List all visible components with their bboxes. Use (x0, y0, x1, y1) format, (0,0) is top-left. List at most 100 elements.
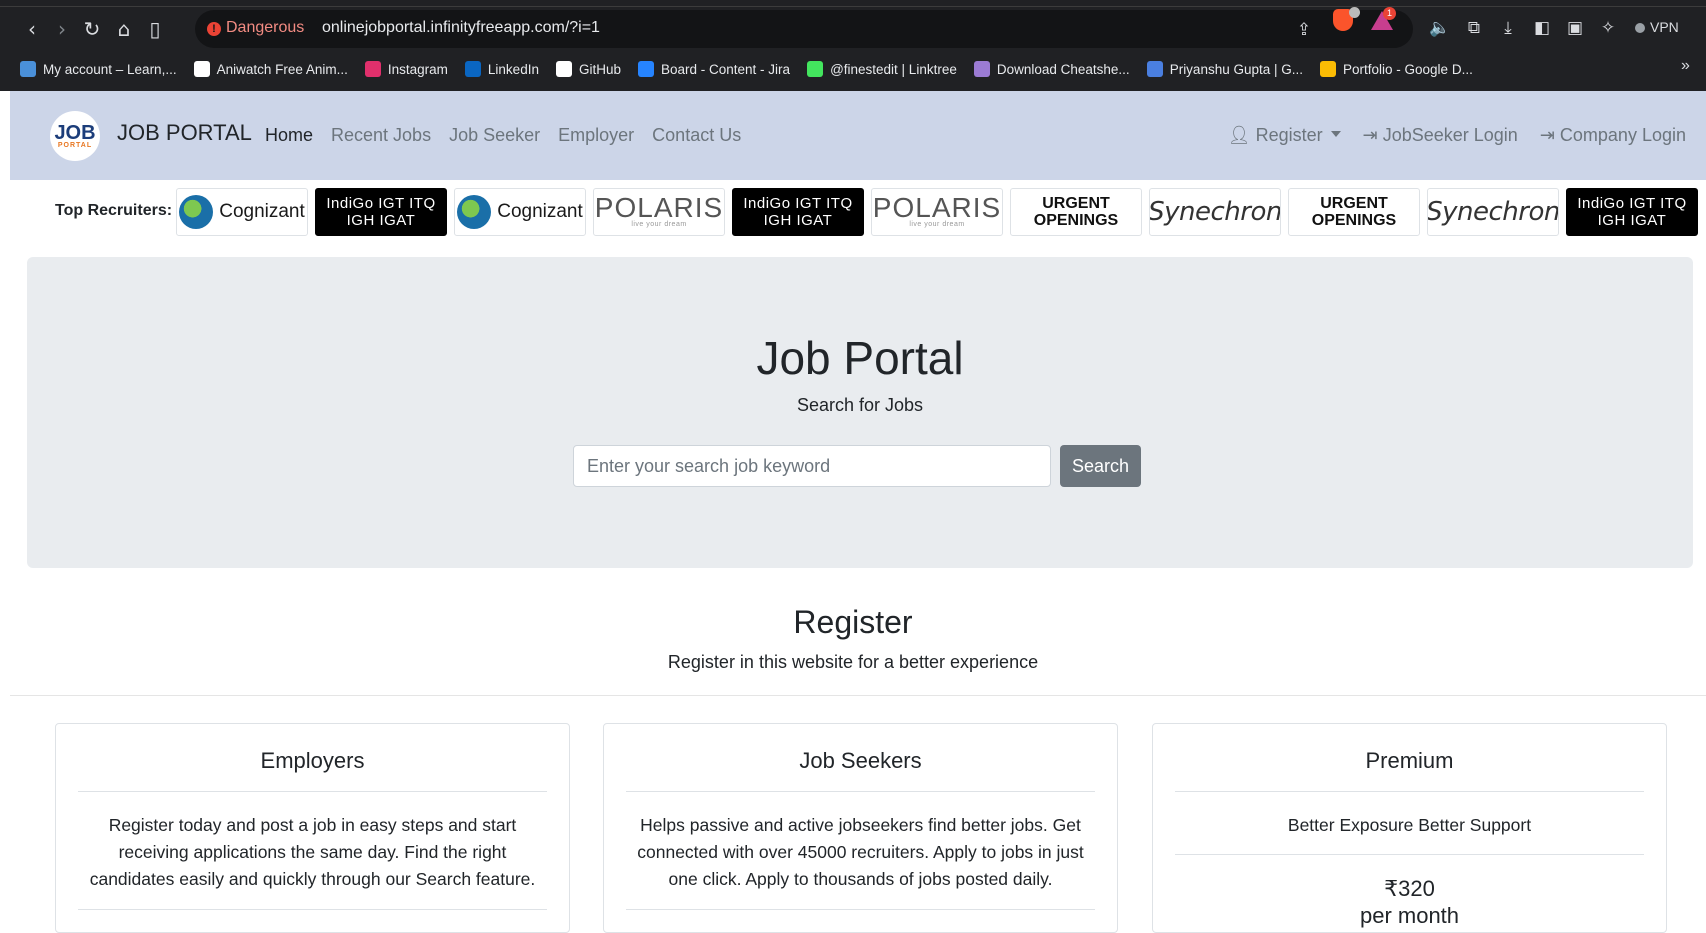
extensions-icon[interactable]: ⧉ (1462, 16, 1486, 40)
nav-link-recent-jobs[interactable]: Recent Jobs (331, 125, 431, 146)
register-subtitle: Register in this website for a better ex… (667, 652, 1039, 672)
job-portal-logo[interactable]: JOB PORTAL (50, 111, 100, 161)
card-text: Helps passive and active jobseekers find… (637, 815, 1084, 889)
user-icon: 👤︎ (1227, 125, 1256, 145)
bookmark-item[interactable]: Aniwatch Free Anim... (193, 61, 348, 77)
bookmark-item[interactable]: Portfolio - Google D... (1320, 61, 1473, 77)
hero-subtitle: Search for Jobs (796, 395, 924, 415)
nav-link-home[interactable]: Home (265, 125, 313, 146)
nav-links: Home Recent Jobs Job Seeker Employer Con… (265, 125, 759, 146)
site-navbar: JOB PORTAL JOB PORTAL Home Recent Jobs J… (10, 91, 1706, 180)
forward-icon[interactable]: › (47, 14, 77, 44)
bookmark-label: My account – Learn,... (43, 61, 177, 77)
back-icon[interactable]: ‹ (17, 14, 47, 44)
card-title: Premium (1365, 748, 1454, 773)
section-divider (10, 695, 1706, 696)
card-title: Employers (260, 748, 365, 773)
jobseeker-login-label: JobSeeker Login (1382, 125, 1518, 145)
recruiter-logo-cognizant: Cognizant (176, 188, 308, 236)
bookmark-favicon-icon (973, 61, 990, 77)
caret-down-icon (1330, 131, 1341, 137)
bookmark-label: Priyanshu Gupta | G... (1169, 61, 1304, 77)
bookmark-label: GitHub (578, 61, 621, 77)
recruiter-logo-text: URGENT OPENINGS (1311, 195, 1397, 229)
bookmark-item[interactable]: LinkedIn (464, 61, 539, 77)
bookmark-favicon-icon (364, 61, 381, 77)
card-text: Register today and post a job in easy st… (89, 815, 536, 889)
shield-badge (1349, 7, 1360, 18)
login-icon: ⇥ (1539, 125, 1560, 145)
nav-link-contact-us[interactable]: Contact Us (652, 125, 741, 146)
home-icon[interactable]: ⌂ (109, 14, 139, 44)
card-divider (78, 791, 547, 792)
recruiter-logo-text: IndiGo IGT ITQ IGH IGAT (1577, 195, 1687, 229)
recruiter-logo-text: POLARIS live your dream (595, 194, 723, 229)
recruiter-logo-text: Cognizant (457, 195, 583, 229)
brand-name[interactable]: JOB PORTAL (117, 120, 252, 146)
leo-ai-icon[interactable]: ✧ (1596, 16, 1620, 40)
download-icon[interactable]: ⤓ (1496, 16, 1520, 40)
logo-label: Cognizant (497, 201, 583, 222)
logo-text: JOB (54, 121, 96, 144)
bookmark-label: LinkedIn (487, 61, 539, 77)
card-title: Job Seekers (799, 748, 922, 773)
price-amount: ₹320 (1384, 876, 1435, 901)
recruiter-logo-indigo: IndiGo IGT ITQ IGH IGAT (315, 188, 447, 236)
bookmark-item[interactable]: Download Cheatshe... (973, 61, 1130, 77)
recruiter-logo-text: IndiGo IGT ITQ IGH IGAT (326, 195, 436, 229)
recruiter-logo-synechron: Synechron (1427, 188, 1559, 236)
globe-icon (457, 195, 492, 229)
nav-link-job-seeker[interactable]: Job Seeker (449, 125, 540, 146)
bookmark-item[interactable]: GitHub (555, 61, 621, 77)
warning-icon: ! (207, 22, 221, 36)
bookmark-label: Aniwatch Free Anim... (216, 61, 348, 77)
vpn-button[interactable]: VPN (1635, 19, 1679, 35)
bookmark-item[interactable]: Priyanshu Gupta | G... (1146, 61, 1304, 77)
reload-icon[interactable]: ↻ (77, 14, 107, 44)
wallet-icon[interactable]: ▣ (1563, 16, 1587, 40)
recruiter-logo-cognizant: Cognizant (454, 188, 586, 236)
register-dropdown[interactable]: 👤︎ Register (1228, 125, 1341, 146)
card-divider (1175, 791, 1644, 792)
recruiter-logo-urgent: URGENT OPENINGS (1010, 188, 1142, 236)
sidebar-icon[interactable]: ◧ (1530, 16, 1554, 40)
hero-title: Job Portal (756, 332, 964, 384)
bookmark-icon[interactable]: ▯ (140, 14, 170, 44)
bookmark-favicon-icon (464, 61, 481, 77)
globe-icon (179, 195, 214, 229)
job-search-input[interactable] (573, 445, 1051, 487)
hero-jumbotron: Job Portal Search for Jobs Search (27, 257, 1693, 568)
share-icon[interactable]: ⇪ (1293, 19, 1315, 41)
nav-link-employer[interactable]: Employer (558, 125, 634, 146)
recruiter-logo-indigo: IndiGo IGT ITQ IGH IGAT (1566, 188, 1698, 236)
nav-right: 👤︎ Register ⇥ JobSeeker Login ⇥ Company … (1206, 125, 1686, 146)
speaker-icon[interactable]: 🔈 (1428, 16, 1452, 40)
premium-price: ₹320 per month (1153, 875, 1666, 929)
card-divider (626, 909, 1095, 910)
card-divider (78, 909, 547, 910)
bookmark-item[interactable]: Instagram (364, 61, 448, 77)
logo-label: POLARIS (872, 192, 1002, 223)
logo-label: Cognizant (219, 201, 305, 222)
bookmark-item[interactable]: Board - Content - Jira (638, 61, 790, 77)
register-title: Register (793, 604, 913, 640)
bookmark-item[interactable]: My account – Learn,... (20, 61, 177, 77)
bookmark-label: Board - Content - Jira (661, 61, 791, 77)
company-login-link[interactable]: ⇥ Company Login (1540, 125, 1686, 146)
login-icon: ⇥ (1362, 125, 1383, 145)
address-bar[interactable]: ! Dangerous onlinejobportal.infinityfree… (195, 10, 1413, 48)
bookmark-item[interactable]: @finestedit | Linktree (807, 61, 957, 77)
window-top-edge (0, 6, 1706, 7)
bookmark-label: Download Cheatshe... (996, 61, 1130, 77)
bookmark-favicon-icon (807, 61, 824, 77)
job-seekers-card: Job Seekers Helps passive and active job… (603, 723, 1118, 933)
chevron-more-icon[interactable]: » (1681, 57, 1690, 75)
url-text[interactable]: onlinejobportal.infinityfreeapp.com/?i=1 (322, 19, 600, 37)
bookmark-favicon-icon (1320, 61, 1337, 77)
jobseeker-login-link[interactable]: ⇥ JobSeeker Login (1363, 125, 1518, 146)
bookmark-favicon-icon (555, 61, 572, 77)
security-label[interactable]: Dangerous (226, 19, 304, 37)
search-button[interactable]: Search (1060, 445, 1141, 487)
recruiter-logo-text: IndiGo IGT ITQ IGH IGAT (743, 195, 853, 229)
bookmark-label: Instagram (387, 61, 448, 77)
